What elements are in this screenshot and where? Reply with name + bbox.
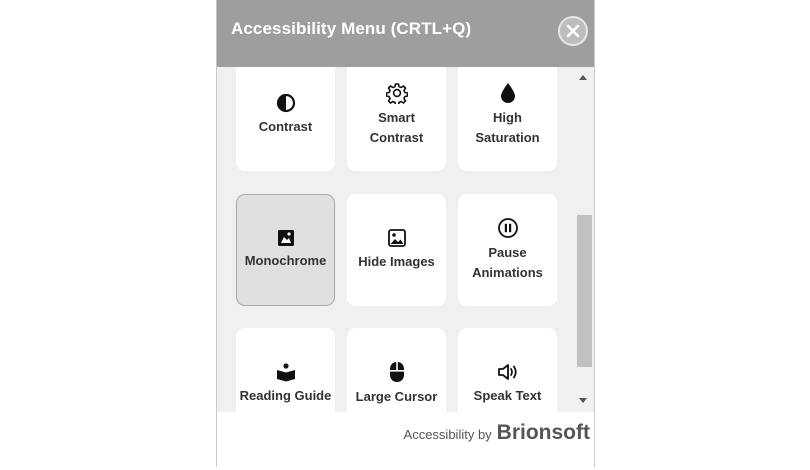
contrast-icon [276, 93, 295, 113]
contrast-label: Contrast [258, 119, 313, 134]
menu-footer: Accessibility by Brionsoft [217, 412, 594, 467]
monochrome-label: Monochrome [244, 253, 327, 268]
smart-contrast-card[interactable]: Smart Contrast [347, 67, 446, 171]
close-icon [566, 24, 580, 38]
high-saturation-label: High Saturation [475, 110, 540, 145]
monochrome-card[interactable]: Monochrome [236, 194, 335, 306]
powered-by: Accessibility by Brionsoft [404, 421, 590, 445]
close-button[interactable] [558, 16, 588, 46]
gear-icon [385, 83, 408, 104]
reading-guide-label: Reading Guide [239, 388, 332, 403]
scroll-up-arrow-icon[interactable] [579, 75, 587, 80]
scroll-down-arrow-icon[interactable] [579, 398, 587, 403]
large-cursor-card[interactable]: Large Cursor [347, 328, 446, 412]
scrollbar[interactable] [575, 67, 594, 412]
accessibility-menu-panel: Accessibility Menu (CRTL+Q) Contrast Sma… [216, 0, 595, 467]
hide-images-card[interactable]: Hide Images [347, 194, 446, 306]
menu-title: Accessibility Menu (CRTL+Q) [231, 19, 472, 38]
scrollbar-thumb[interactable] [577, 215, 592, 367]
monochrome-icon [277, 230, 294, 246]
options-grid: Contrast Smart Contrast High Saturation [217, 67, 594, 412]
powered-by-text: Accessibility by [403, 427, 492, 442]
droplet-icon [500, 83, 515, 103]
brand-link[interactable]: Brionsoft [497, 421, 590, 445]
high-saturation-card[interactable]: High Saturation [458, 67, 557, 171]
contrast-card[interactable]: Contrast [236, 67, 335, 171]
speak-text-label: Speak Text [473, 388, 542, 403]
image-icon [387, 229, 406, 247]
speaker-icon [497, 364, 517, 380]
pause-animations-label: Pause Animations [472, 245, 543, 280]
pause-icon [497, 218, 518, 238]
large-cursor-label: Large Cursor [355, 389, 438, 404]
hide-images-label: Hide Images [358, 254, 435, 269]
speak-text-card[interactable]: Speak Text [458, 328, 557, 412]
menu-header: Accessibility Menu (CRTL+Q) [217, 0, 594, 67]
smart-contrast-label: Smart Contrast [369, 110, 424, 145]
pause-animations-card[interactable]: Pause Animations [458, 194, 557, 306]
reading-guide-card[interactable]: Reading Guide [236, 328, 335, 412]
reading-guide-icon [276, 363, 295, 382]
mouse-icon [389, 362, 404, 382]
